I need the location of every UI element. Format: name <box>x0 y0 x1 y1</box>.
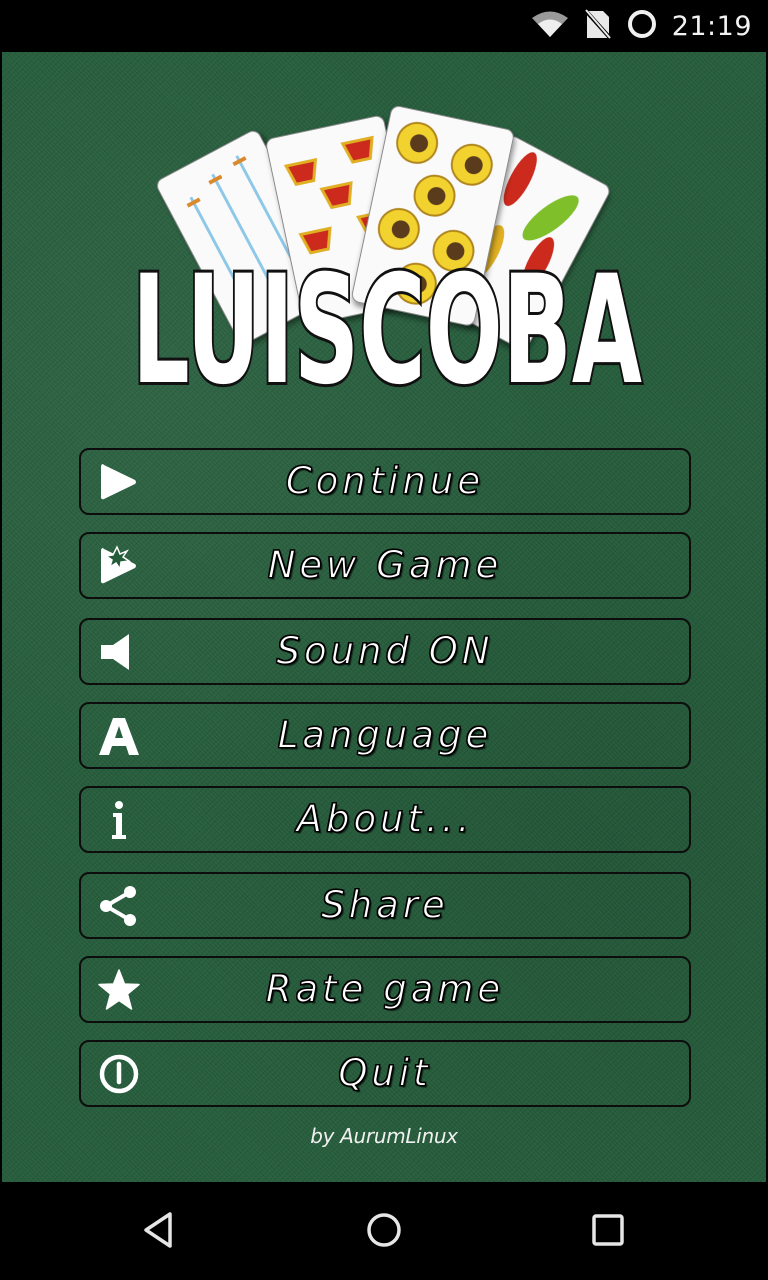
status-bar: 21:19 <box>0 0 768 52</box>
share-button[interactable]: Share <box>79 872 691 939</box>
wifi-icon <box>530 9 570 43</box>
language-button[interactable]: Language <box>79 702 691 769</box>
quit-button[interactable]: Quit <box>79 1040 691 1107</box>
sync-circle-icon <box>626 8 658 44</box>
menu-screen: LUISCOBA Continue New Game Sound ON Lang… <box>2 52 766 1182</box>
rate-game-button[interactable]: Rate game <box>79 956 691 1023</box>
author-credit: by AurumLinux <box>310 1124 458 1148</box>
clock: 21:19 <box>671 10 752 42</box>
home-button[interactable] <box>354 1206 414 1258</box>
continue-button[interactable]: Continue <box>79 448 691 515</box>
new-game-button[interactable]: New Game <box>79 532 691 599</box>
navigation-bar <box>0 1182 768 1280</box>
language-label: Language <box>277 713 493 757</box>
back-button[interactable] <box>130 1206 190 1258</box>
about-button[interactable]: About... <box>79 786 691 853</box>
new-game-label: New Game <box>267 543 503 587</box>
about-label: About... <box>296 797 474 841</box>
share-label: Share <box>321 883 449 927</box>
game-logo: LUISCOBA <box>122 92 652 421</box>
sound-label: Sound ON <box>276 629 494 673</box>
home-circle-icon <box>362 1208 406 1256</box>
no-sim-icon <box>583 8 613 44</box>
continue-label: Continue <box>285 459 485 503</box>
recents-square-icon <box>586 1208 630 1256</box>
rate-game-label: Rate game <box>265 967 505 1011</box>
sound-toggle-button[interactable]: Sound ON <box>79 618 691 685</box>
recents-button[interactable] <box>578 1206 638 1258</box>
quit-label: Quit <box>338 1051 432 1095</box>
status-icons: 21:19 <box>530 0 752 52</box>
logo-title: LUISCOBA <box>132 244 642 418</box>
back-triangle-icon <box>138 1208 182 1256</box>
